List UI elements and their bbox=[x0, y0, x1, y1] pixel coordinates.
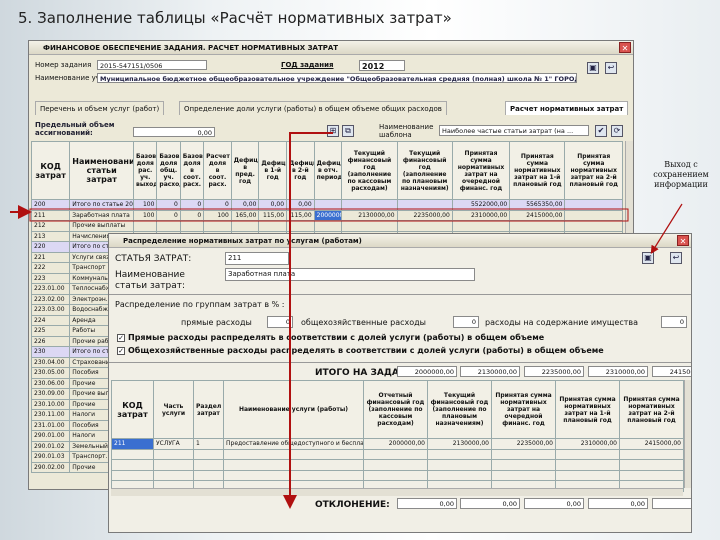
distribute-arrow bbox=[283, 132, 333, 509]
annotation-arrows bbox=[10, 132, 683, 509]
exit-note-arrow bbox=[650, 203, 683, 255]
selected-row-highlight bbox=[29, 208, 629, 222]
